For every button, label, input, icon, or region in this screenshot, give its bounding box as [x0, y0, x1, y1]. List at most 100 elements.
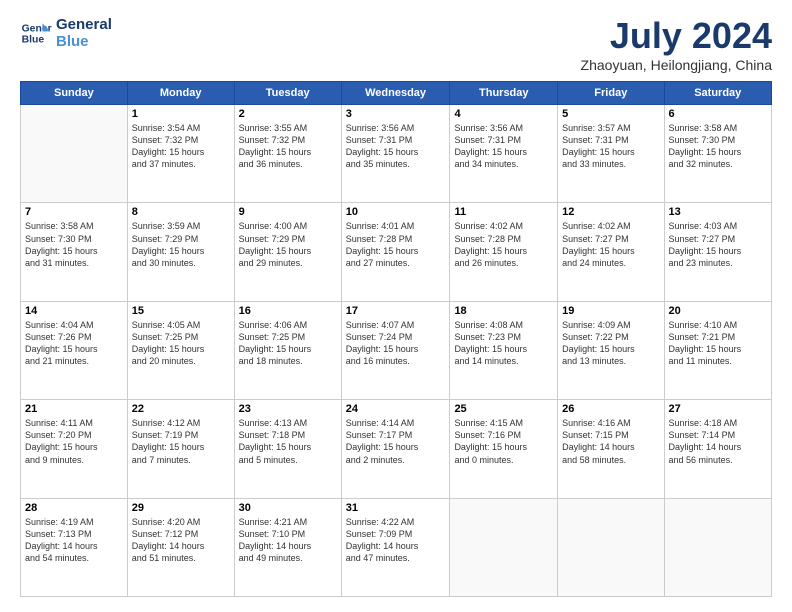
logo: General Blue General Blue: [20, 15, 112, 50]
table-row: 6Sunrise: 3:58 AM Sunset: 7:30 PM Daylig…: [664, 105, 771, 203]
day-info: Sunrise: 4:19 AM Sunset: 7:13 PM Dayligh…: [25, 516, 123, 565]
table-row: 19 Sunrise: 4:09 AM Sunset: 7:22 PM Dayli…: [558, 301, 664, 399]
logo-icon: General Blue: [20, 17, 52, 49]
logo-line2: Blue: [56, 34, 89, 51]
day-info: Sunrise: 4:03 AM Sunset: 7:27 PM Dayligh…: [669, 220, 767, 269]
calendar-week-5: 28Sunrise: 4:19 AM Sunset: 7:13 PM Dayli…: [21, 498, 772, 596]
svg-text:Blue: Blue: [22, 34, 45, 45]
table-row: 1 Sunrise: 3:54 AM Sunset: 7:32 PM Daylig…: [127, 105, 234, 203]
table-row: 16 Sunrise: 4:06 AM Sunset: 7:25 PM Dayli…: [234, 301, 341, 399]
day-info: Sunrise: 4:08 AM Sunset: 7:23 PM Dayligh…: [454, 319, 553, 368]
col-monday: Monday: [127, 82, 234, 105]
table-row: 10Sunrise: 4:01 AM Sunset: 7:28 PM Dayli…: [341, 203, 450, 301]
day-number: 26: [562, 403, 659, 415]
table-row: 31Sunrise: 4:22 AM Sunset: 7:09 PM Dayli…: [341, 498, 450, 596]
table-row: [21, 105, 128, 203]
table-row: 21 Sunrise: 4:11 AM Sunset: 7:20 PM Dayli…: [21, 400, 128, 498]
day-info: Sunrise: 4:16 AM Sunset: 7:15 PM Dayligh…: [562, 417, 659, 466]
table-row: 17Sunrise: 4:07 AM Sunset: 7:24 PM Dayli…: [341, 301, 450, 399]
calendar-week-3: 14 Sunrise: 4:04 AM Sunset: 7:26 PM Dayli…: [21, 301, 772, 399]
header-row: Sunday Monday Tuesday Wednesday Thursday…: [21, 82, 772, 105]
day-info: Sunrise: 4:14 AM Sunset: 7:17 PM Dayligh…: [346, 417, 446, 466]
day-number: 12: [562, 206, 659, 218]
day-info: Sunrise: 3:54 AM Sunset: 7:32 PM Dayligh…: [132, 122, 230, 171]
table-row: 24Sunrise: 4:14 AM Sunset: 7:17 PM Dayli…: [341, 400, 450, 498]
table-row: 23Sunrise: 4:13 AM Sunset: 7:18 PM Dayli…: [234, 400, 341, 498]
day-info: Sunrise: 4:05 AM Sunset: 7:25 PM Dayligh…: [132, 319, 230, 368]
day-info: Sunrise: 4:02 AM Sunset: 7:27 PM Dayligh…: [562, 220, 659, 269]
table-row: 5Sunrise: 3:57 AM Sunset: 7:31 PM Daylig…: [558, 105, 664, 203]
calendar-week-4: 21 Sunrise: 4:11 AM Sunset: 7:20 PM Dayli…: [21, 400, 772, 498]
day-number: 14: [25, 305, 123, 317]
day-info: Sunrise: 4:04 AM Sunset: 7:26 PM Dayligh…: [25, 319, 123, 368]
day-number: 1: [132, 108, 230, 120]
table-row: 8Sunrise: 3:59 AM Sunset: 7:29 PM Daylig…: [127, 203, 234, 301]
col-sunday: Sunday: [21, 82, 128, 105]
day-number: 29: [132, 502, 230, 514]
table-row: 20 Sunrise: 4:10 AM Sunset: 7:21 PM Dayli…: [664, 301, 771, 399]
day-info: Sunrise: 4:09 AM Sunset: 7:22 PM Dayligh…: [562, 319, 659, 368]
table-row: 7Sunrise: 3:58 AM Sunset: 7:30 PM Daylig…: [21, 203, 128, 301]
calendar: Sunday Monday Tuesday Wednesday Thursday…: [20, 81, 772, 597]
col-tuesday: Tuesday: [234, 82, 341, 105]
table-row: 13 Sunrise: 4:03 AM Sunset: 7:27 PM Dayli…: [664, 203, 771, 301]
calendar-week-2: 7Sunrise: 3:58 AM Sunset: 7:30 PM Daylig…: [21, 203, 772, 301]
day-number: 4: [454, 108, 553, 120]
day-number: 3: [346, 108, 446, 120]
day-number: 22: [132, 403, 230, 415]
table-row: 22 Sunrise: 4:12 AM Sunset: 7:19 PM Dayli…: [127, 400, 234, 498]
day-info: Sunrise: 3:56 AM Sunset: 7:31 PM Dayligh…: [454, 122, 553, 171]
table-row: 14 Sunrise: 4:04 AM Sunset: 7:26 PM Dayli…: [21, 301, 128, 399]
day-info: Sunrise: 3:58 AM Sunset: 7:30 PM Dayligh…: [25, 220, 123, 269]
day-info: Sunrise: 4:11 AM Sunset: 7:20 PM Dayligh…: [25, 417, 123, 466]
day-number: 19: [562, 305, 659, 317]
day-number: 21: [25, 403, 123, 415]
table-row: [664, 498, 771, 596]
day-number: 15: [132, 305, 230, 317]
day-info: Sunrise: 4:12 AM Sunset: 7:19 PM Dayligh…: [132, 417, 230, 466]
table-row: 9Sunrise: 4:00 AM Sunset: 7:29 PM Daylig…: [234, 203, 341, 301]
day-number: 9: [239, 206, 337, 218]
table-row: 27 Sunrise: 4:18 AM Sunset: 7:14 PM Dayli…: [664, 400, 771, 498]
table-row: 2Sunrise: 3:55 AM Sunset: 7:32 PM Daylig…: [234, 105, 341, 203]
header: General Blue General Blue July 2024 Zhao…: [20, 15, 772, 73]
table-row: 12 Sunrise: 4:02 AM Sunset: 7:27 PM Dayli…: [558, 203, 664, 301]
table-row: 26 Sunrise: 4:16 AM Sunset: 7:15 PM Dayli…: [558, 400, 664, 498]
day-number: 27: [669, 403, 767, 415]
day-number: 30: [239, 502, 337, 514]
col-friday: Friday: [558, 82, 664, 105]
table-row: 11 Sunrise: 4:02 AM Sunset: 7:28 PM Dayli…: [450, 203, 558, 301]
logo-line1: General: [56, 17, 112, 34]
day-info: Sunrise: 4:06 AM Sunset: 7:25 PM Dayligh…: [239, 319, 337, 368]
day-info: Sunrise: 3:58 AM Sunset: 7:30 PM Dayligh…: [669, 122, 767, 171]
day-number: 25: [454, 403, 553, 415]
day-info: Sunrise: 4:10 AM Sunset: 7:21 PM Dayligh…: [669, 319, 767, 368]
day-info: Sunrise: 4:15 AM Sunset: 7:16 PM Dayligh…: [454, 417, 553, 466]
location: Zhaoyuan, Heilongjiang, China: [581, 57, 772, 73]
table-row: 28Sunrise: 4:19 AM Sunset: 7:13 PM Dayli…: [21, 498, 128, 596]
day-number: 13: [669, 206, 767, 218]
day-info: Sunrise: 4:07 AM Sunset: 7:24 PM Dayligh…: [346, 319, 446, 368]
day-info: Sunrise: 4:01 AM Sunset: 7:28 PM Dayligh…: [346, 220, 446, 269]
table-row: 3Sunrise: 3:56 AM Sunset: 7:31 PM Daylig…: [341, 105, 450, 203]
day-info: Sunrise: 4:22 AM Sunset: 7:09 PM Dayligh…: [346, 516, 446, 565]
title-block: July 2024 Zhaoyuan, Heilongjiang, China: [581, 15, 772, 73]
day-info: Sunrise: 3:55 AM Sunset: 7:32 PM Dayligh…: [239, 122, 337, 171]
table-row: 18 Sunrise: 4:08 AM Sunset: 7:23 PM Dayli…: [450, 301, 558, 399]
col-saturday: Saturday: [664, 82, 771, 105]
day-number: 8: [132, 206, 230, 218]
table-row: 15 Sunrise: 4:05 AM Sunset: 7:25 PM Dayli…: [127, 301, 234, 399]
day-info: Sunrise: 4:21 AM Sunset: 7:10 PM Dayligh…: [239, 516, 337, 565]
day-info: Sunrise: 4:13 AM Sunset: 7:18 PM Dayligh…: [239, 417, 337, 466]
day-number: 11: [454, 206, 553, 218]
day-number: 20: [669, 305, 767, 317]
day-info: Sunrise: 4:02 AM Sunset: 7:28 PM Dayligh…: [454, 220, 553, 269]
day-number: 18: [454, 305, 553, 317]
table-row: [558, 498, 664, 596]
day-number: 5: [562, 108, 659, 120]
table-row: 4 Sunrise: 3:56 AM Sunset: 7:31 PM Daylig…: [450, 105, 558, 203]
table-row: 25 Sunrise: 4:15 AM Sunset: 7:16 PM Dayli…: [450, 400, 558, 498]
month-title: July 2024: [581, 15, 772, 57]
day-number: 16: [239, 305, 337, 317]
day-info: Sunrise: 4:18 AM Sunset: 7:14 PM Dayligh…: [669, 417, 767, 466]
